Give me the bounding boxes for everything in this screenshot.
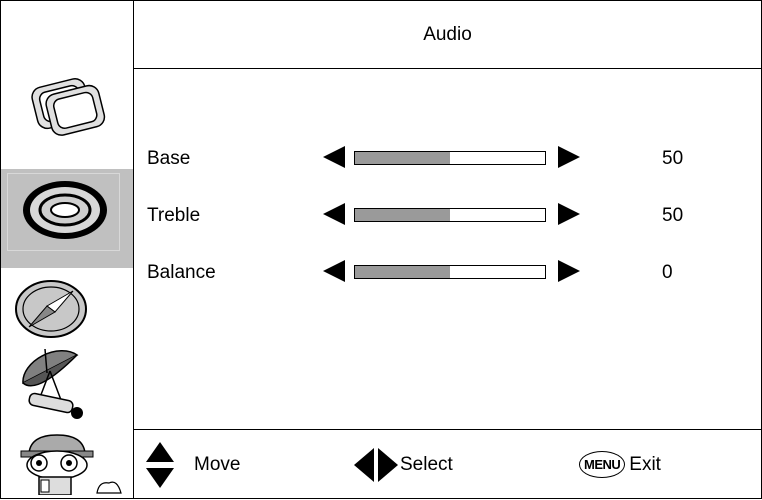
slider-track[interactable] xyxy=(354,208,546,222)
menu-key-icon: MENU xyxy=(579,451,626,478)
increase-arrow-icon[interactable] xyxy=(558,203,580,225)
setting-value: 50 xyxy=(662,205,684,226)
slider-fill xyxy=(355,266,450,278)
left-right-arrows-icon xyxy=(354,447,398,482)
slider-track[interactable] xyxy=(354,151,546,165)
setting-label: Base xyxy=(147,148,191,169)
setting-label: Treble xyxy=(147,205,201,226)
decrease-arrow-icon[interactable] xyxy=(323,260,345,282)
select-hint: Select xyxy=(354,430,453,499)
osd-window: Audio Base 50 Treble 50 Balance 0 Move S… xyxy=(0,0,762,499)
exit-hint: MENU Exit xyxy=(579,430,661,499)
slider-fill xyxy=(355,152,450,164)
audio-icon xyxy=(21,179,111,239)
character-icon[interactable] xyxy=(17,433,127,496)
increase-arrow-icon[interactable] xyxy=(558,260,580,282)
compass-icon[interactable] xyxy=(13,279,89,339)
exit-label: Exit xyxy=(629,453,661,475)
decrease-arrow-icon[interactable] xyxy=(323,203,345,225)
slider-track[interactable] xyxy=(354,265,546,279)
audio-menu-tab[interactable] xyxy=(1,169,133,268)
increase-arrow-icon[interactable] xyxy=(558,146,580,168)
decrease-arrow-icon[interactable] xyxy=(323,146,345,168)
sidebar xyxy=(1,1,134,498)
setting-value: 50 xyxy=(662,148,684,169)
move-label: Move xyxy=(194,453,241,475)
slider-fill xyxy=(355,209,450,221)
setting-label: Balance xyxy=(147,262,216,283)
move-hint: Move xyxy=(146,430,240,499)
up-down-arrows-icon xyxy=(146,441,174,488)
satellite-icon[interactable] xyxy=(17,345,87,420)
page-title: Audio xyxy=(134,1,761,69)
select-label: Select xyxy=(400,453,453,475)
footer-hints: Move Select MENU Exit xyxy=(134,429,761,499)
setting-value: 0 xyxy=(662,262,673,283)
picture-icon[interactable] xyxy=(21,71,116,141)
